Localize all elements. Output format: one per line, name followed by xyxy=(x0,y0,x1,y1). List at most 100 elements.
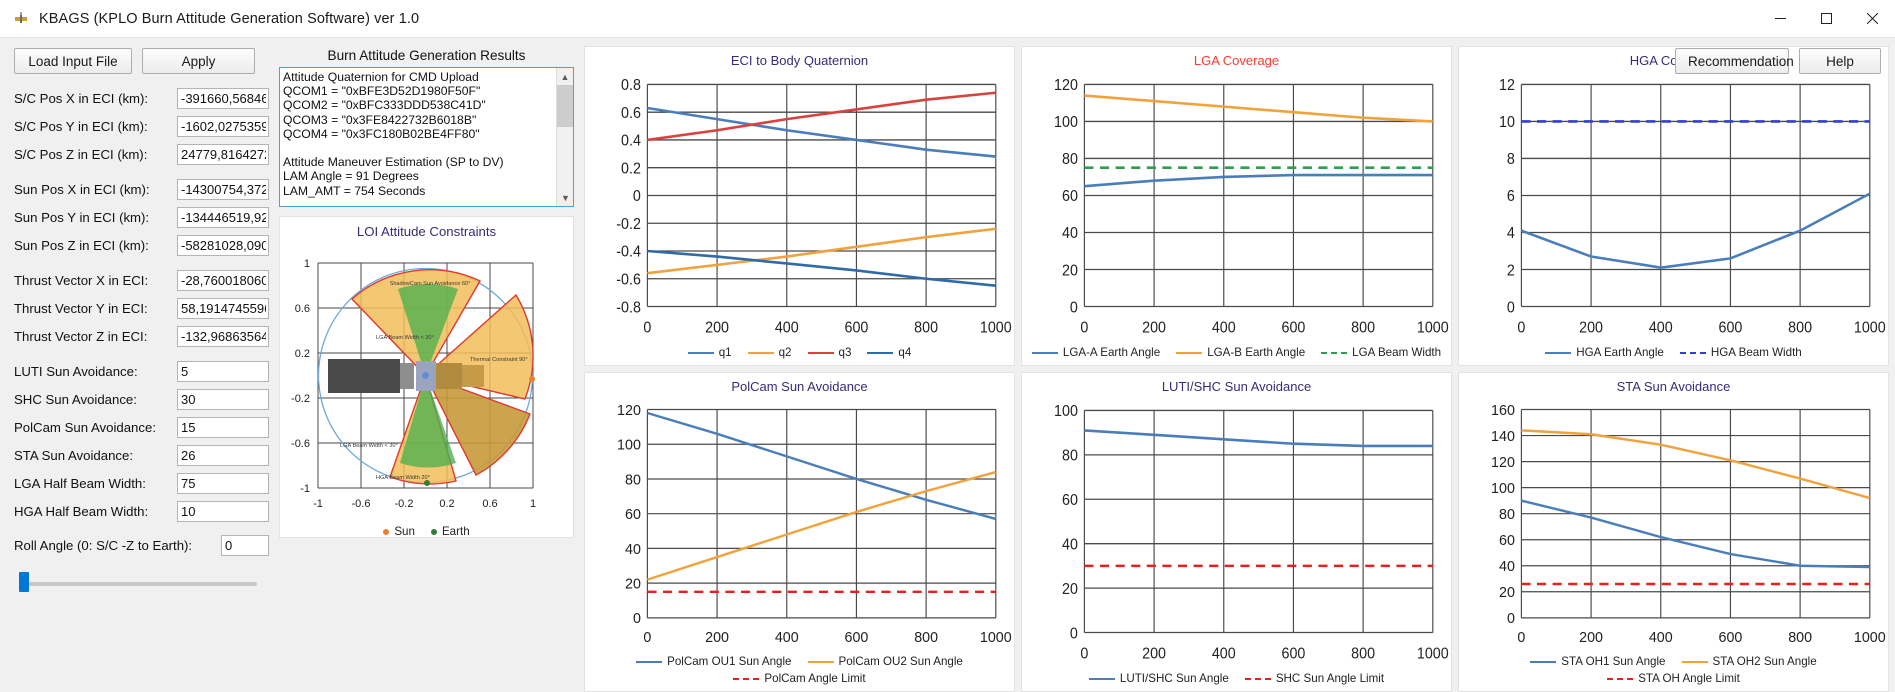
series-luti-shc-sun-angle xyxy=(1084,429,1433,448)
form-row: Thrust Vector Y in ECI: xyxy=(14,296,275,321)
input-panel: Load Input File Apply S/C Pos X in ECI (… xyxy=(0,38,275,692)
sc-pos-z-field[interactable] xyxy=(177,144,269,165)
help-button[interactable]: Help xyxy=(1799,48,1881,74)
thrust-y-field[interactable] xyxy=(177,298,269,319)
sc-pos-y-field[interactable] xyxy=(177,116,269,137)
main-content: Recommendation Help Load Input File Appl… xyxy=(0,38,1895,692)
slider-thumb[interactable] xyxy=(19,572,29,592)
scroll-up-icon[interactable]: ▲ xyxy=(557,68,573,85)
y-tick-label: 0 xyxy=(633,188,641,206)
legend-line-icon xyxy=(1530,660,1557,663)
polcam-sun-avoidance-field[interactable] xyxy=(177,417,269,438)
slider-track[interactable] xyxy=(28,582,257,586)
y-tick-label: 120 xyxy=(617,403,641,419)
polcam-sun-avoidance-label: PolCam Sun Avoidance: xyxy=(14,420,156,435)
y-tick-label: 0 xyxy=(1507,611,1515,627)
chart-legend-luti-shc-sun-avoidance: LUTI/SHC Sun Angle SHC Sun Angle Limit xyxy=(1022,670,1451,691)
legend-item-earth[interactable]: Earth xyxy=(430,525,470,538)
chart-title-polcam-sun-avoidance: PolCam Sun Avoidance xyxy=(731,379,868,394)
legend-item-sun[interactable]: Sun xyxy=(383,525,415,538)
close-button[interactable] xyxy=(1849,0,1895,37)
form-row: S/C Pos Y in ECI (km): xyxy=(14,114,275,139)
sta-sun-avoidance-field[interactable] xyxy=(177,445,269,466)
sun-pos-y-field[interactable] xyxy=(177,207,269,228)
legend-line-icon xyxy=(1681,660,1708,663)
lga-half-beam-width-field[interactable] xyxy=(177,473,269,494)
results-text[interactable]: Attitude Quaternion for CMD Upload QCOM1… xyxy=(280,68,556,206)
legend-item[interactable]: PolCam OU2 Sun Angle xyxy=(807,655,963,668)
loi-plot-svg: 1 0.6 0.2 -0.2 -0.6 -1 -1 -0.6 -0.2 0.2 … xyxy=(291,258,536,510)
x-tick-label: 800 xyxy=(914,630,938,646)
sc-pos-x-field[interactable] xyxy=(177,88,269,109)
sun-marker-icon xyxy=(383,528,390,535)
legend-item[interactable]: STA OH2 Sun Angle xyxy=(1681,655,1817,668)
scrollbar-thumb[interactable] xyxy=(557,85,573,127)
legend-item[interactable]: q3 xyxy=(807,346,851,359)
loi-annotation: ShadowCam Sun Avoidance 60° xyxy=(390,281,471,287)
legend-item[interactable]: STA OH1 Sun Angle xyxy=(1530,655,1666,668)
scroll-down-icon[interactable]: ▼ xyxy=(557,189,573,206)
chart-plot-luti-shc-sun-avoidance: 0204060801000 200 400 600 800 1000 xyxy=(1054,403,1449,663)
loi-xtick: -0.2 xyxy=(395,498,414,510)
legend-item[interactable]: HGA Beam Width xyxy=(1679,346,1802,359)
series-hga-earth-angle xyxy=(1521,192,1871,269)
load-input-file-button[interactable]: Load Input File xyxy=(14,48,132,74)
form-row: S/C Pos X in ECI (km): xyxy=(14,86,275,111)
legend-item[interactable]: LGA-A Earth Angle xyxy=(1031,346,1160,359)
x-tick-label: 600 xyxy=(845,630,869,646)
legend-item[interactable]: HGA Earth Angle xyxy=(1545,346,1664,359)
legend-item[interactable]: LUTI/SHC Sun Angle xyxy=(1088,672,1229,685)
results-scrollbar[interactable]: ▲ ▼ xyxy=(556,68,573,206)
luti-sun-avoidance-field[interactable] xyxy=(177,361,269,382)
chart-legend-sta-sun-avoidance: STA OH1 Sun Angle STA OH2 Sun Angle STA OH… xyxy=(1459,653,1888,691)
roll-angle-field[interactable] xyxy=(221,535,269,556)
x-tick-label: 200 xyxy=(705,319,729,337)
minimize-button[interactable] xyxy=(1757,0,1803,37)
legend-item[interactable]: STA OH Angle Limit xyxy=(1607,672,1740,685)
y-tick-label: 20 xyxy=(625,576,641,592)
legend-item[interactable]: q1 xyxy=(687,346,732,359)
y-tick-label: 100 xyxy=(1491,481,1515,497)
series-polcam-ou1-sun-angle xyxy=(647,411,997,521)
recommendation-button[interactable]: Recommendation xyxy=(1675,48,1794,74)
maximize-button[interactable] xyxy=(1803,0,1849,37)
loi-annotation: LGA Beam Width < 30° xyxy=(340,443,398,449)
legend-label: q2 xyxy=(778,346,792,359)
results-heading: Burn Attitude Generation Results xyxy=(327,48,526,63)
thrust-x-field[interactable] xyxy=(177,270,269,291)
form-row: LUTI Sun Avoidance: xyxy=(14,359,275,384)
y-tick-label: 4 xyxy=(1507,225,1515,243)
x-tick-label: 200 xyxy=(705,630,729,646)
chart-card-luti-shc-sun-avoidance: LUTI/SHC Sun Avoidance 0 20 40 60 80 100 0 200 40… xyxy=(1021,372,1452,692)
sun-pos-x-field[interactable] xyxy=(177,179,269,200)
sun-pos-y-label: Sun Pos Y in ECI (km): xyxy=(14,210,150,225)
y-tick-label: 60 xyxy=(1062,491,1078,509)
legend-item[interactable]: LGA-B Earth Angle xyxy=(1176,346,1305,359)
shc-sun-avoidance-field[interactable] xyxy=(177,389,269,410)
thrust-x-label: Thrust Vector X in ECI: xyxy=(14,273,149,288)
loi-ytick: -0.6 xyxy=(291,438,310,450)
x-tick-label: 800 xyxy=(1351,319,1375,337)
chart-legend-polcam-sun-avoidance: PolCam OU1 Sun Angle PolCam OU2 Sun Angle… xyxy=(585,653,1014,691)
legend-label: Sun xyxy=(394,525,415,538)
y-tick-label: 10 xyxy=(1499,114,1515,132)
chart-plot-sta-sun-avoidance: 0 20 40 60 80 100 120 140 160 0 200 400 600 800 1000 xyxy=(1491,403,1886,647)
hga-half-beam-width-field[interactable] xyxy=(177,501,269,522)
y-tick-label: 100 xyxy=(1054,114,1078,132)
y-tick-label: 100 xyxy=(617,437,641,453)
legend-item[interactable]: LGA Beam Width xyxy=(1321,346,1441,359)
sun-pos-z-field[interactable] xyxy=(177,235,269,256)
legend-item[interactable]: q4 xyxy=(867,346,911,359)
loi-xtick: -1 xyxy=(313,498,323,510)
apply-button[interactable]: Apply xyxy=(142,48,255,74)
legend-item[interactable]: SHC Sun Angle Limit xyxy=(1244,672,1384,685)
legend-label: LUTI/SHC Sun Angle xyxy=(1119,672,1229,685)
chart-card-eci-to-body-quaternion: ECI to Body Quaternion -0.8 -0.6 -0.4 -0.2 0 0… xyxy=(584,46,1015,366)
chart-plot-lga-coverage: 0 20 40 60 80 100 120 0 200 400 600 800 1000 xyxy=(1054,77,1449,337)
legend-item[interactable]: PolCam OU1 Sun Angle xyxy=(636,655,792,668)
chart-plot-polcam-sun-avoidance: 0 20 40 60 80 100 120 0 200 400 600 800 1000 xyxy=(617,403,1012,647)
thrust-z-field[interactable] xyxy=(177,326,269,347)
legend-item[interactable]: q2 xyxy=(747,346,792,359)
legend-item[interactable]: PolCam Angle Limit xyxy=(733,672,866,685)
roll-angle-slider[interactable] xyxy=(14,572,257,594)
